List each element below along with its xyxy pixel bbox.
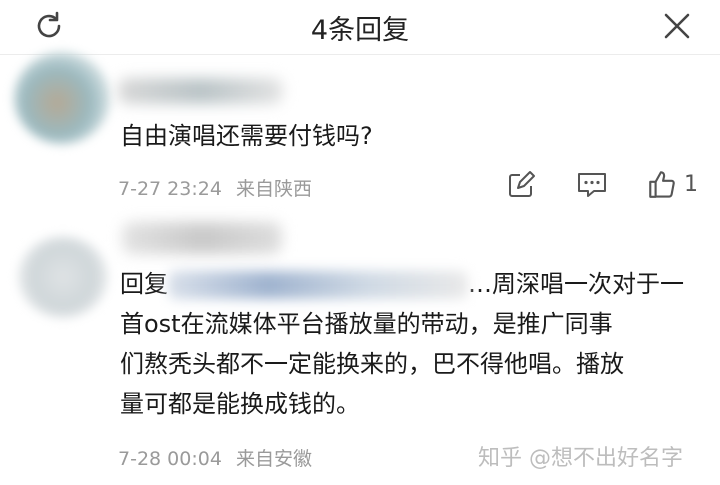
comment-text: 回复 …周深唱一次对于一 首ost在流媒体平台播放量的带动，是推广同事 们熬秃头都… — [120, 264, 710, 424]
comment-text-line: 们熬秃头都不一定能换来的，巴不得他唱。播放 — [120, 350, 624, 378]
comment-location: 来自安徽 — [235, 448, 312, 470]
comment-text-line: 回复 — [120, 270, 168, 298]
blurred-username — [122, 222, 282, 254]
comment-time: 7-28 00:04 — [118, 448, 222, 470]
avatar[interactable] — [18, 236, 108, 318]
comment-meta: 7-28 00:04 来自安徽 — [118, 444, 320, 471]
comment-text-line: 首ost在流媒体平台播放量的带动，是推广同事 — [120, 310, 613, 338]
comment-text-line: 量可都是能换成钱的。 — [120, 390, 360, 418]
watermark: 知乎 @想不出好名字 — [478, 446, 683, 471]
blurred-mention — [168, 271, 468, 299]
comment-item: 回复 …周深唱一次对于一 首ost在流媒体平台播放量的带动，是推广同事 们熬秃头都… — [0, 0, 720, 485]
comment-text-line: …周深唱一次对于一 — [468, 270, 684, 298]
